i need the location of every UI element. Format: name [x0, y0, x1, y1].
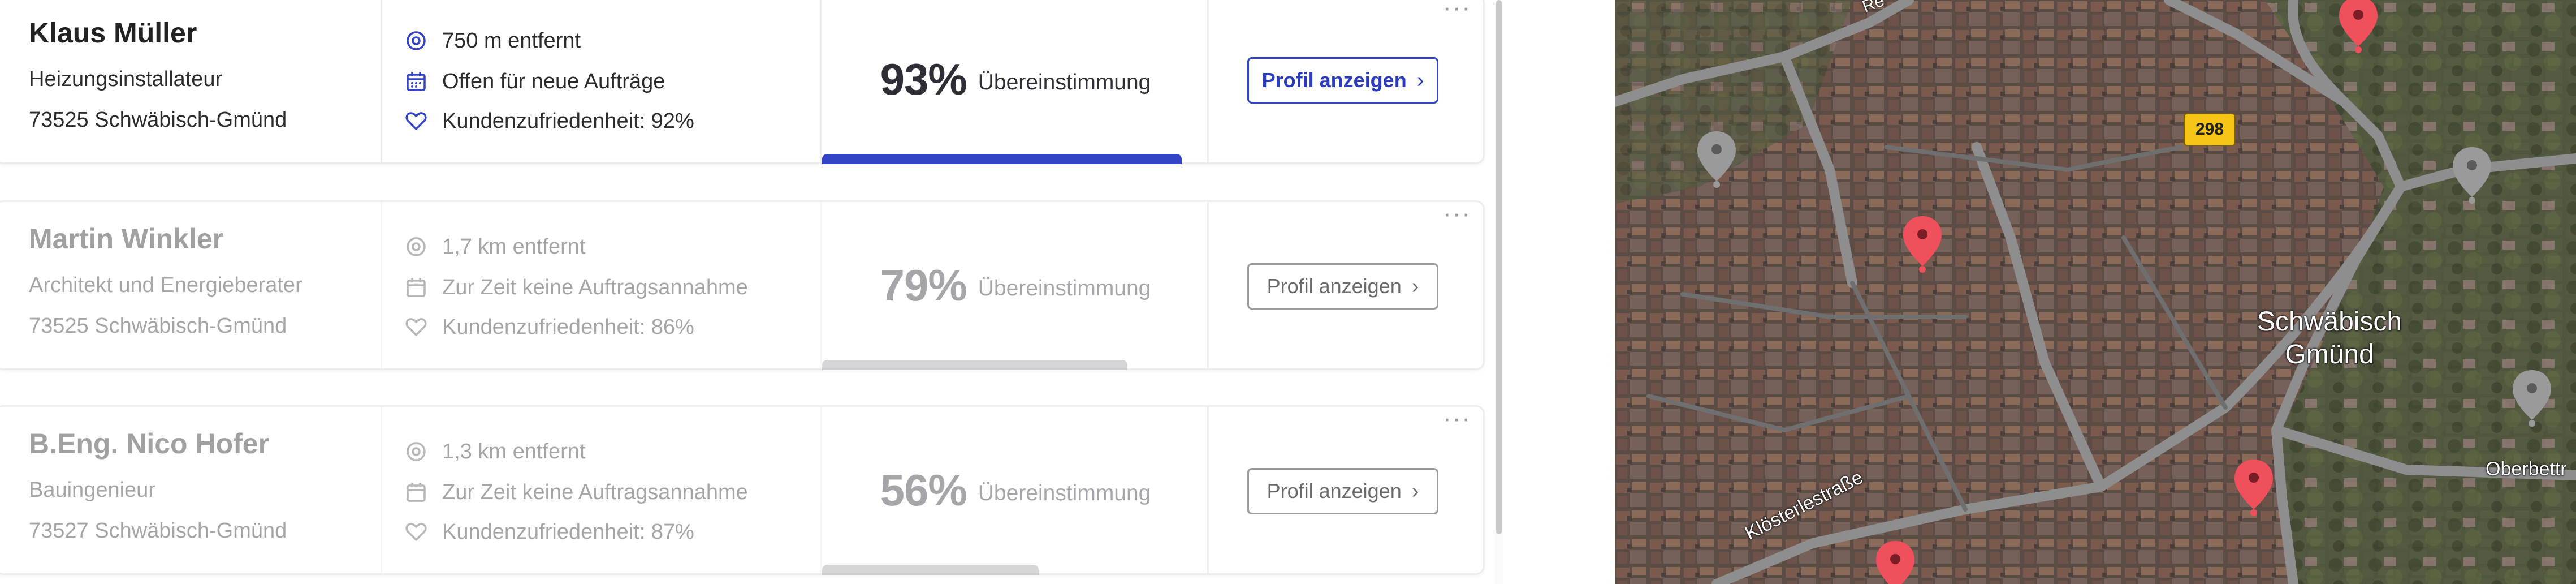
- result-card[interactable]: Martin Winkler Architekt und Energiebera…: [0, 200, 1485, 370]
- heart-icon: [405, 521, 427, 543]
- distance-text: 1,3 km entfernt: [442, 439, 586, 463]
- availability-row: Zur Zeit keine Auftragsannahme: [405, 273, 748, 302]
- result-card[interactable]: Klaus Müller Heizungsinstallateur 73525 …: [0, 0, 1485, 164]
- match-label: Übereinstimmung: [978, 276, 1151, 300]
- location-target-icon: [405, 440, 427, 463]
- calendar-icon: [405, 276, 427, 299]
- satellite-map: [1615, 0, 2576, 584]
- map-pin-inactive[interactable]: [1694, 129, 1739, 188]
- chevron-right-icon: ›: [1411, 479, 1419, 503]
- view-profile-label: Profil anzeigen: [1261, 68, 1407, 92]
- person-profession: Architekt und Energieberater: [29, 273, 302, 297]
- city-label: Schwäbisch Gmünd: [2257, 306, 2402, 371]
- satisfaction-row: Kundenzufriedenheit: 87%: [405, 518, 694, 546]
- location-target-icon: [405, 29, 427, 52]
- distance-text: 1,7 km entfernt: [442, 234, 586, 259]
- match-column: 56% Übereinstimmung: [820, 407, 1209, 575]
- action-column: Profil anzeigen › ···: [1207, 200, 1486, 368]
- city-label-line1: Schwäbisch: [2257, 307, 2402, 337]
- distance-row: 1,7 km entfernt: [405, 233, 585, 261]
- person-column: B.Eng. Nico Hofer Bauingenieur 73527 Sch…: [29, 407, 379, 573]
- person-name[interactable]: Martin Winkler: [29, 222, 223, 255]
- person-profession: Heizungsinstallateur: [29, 67, 223, 91]
- result-card[interactable]: B.Eng. Nico Hofer Bauingenieur 73527 Sch…: [0, 405, 1485, 575]
- view-profile-button[interactable]: Profil anzeigen ›: [1247, 263, 1438, 310]
- chevron-right-icon: ›: [1416, 68, 1424, 92]
- more-options-icon[interactable]: ···: [1443, 200, 1471, 228]
- calendar-icon: [405, 481, 427, 504]
- map-pin-active[interactable]: [1873, 539, 1918, 584]
- match-percentage: 56%: [880, 465, 967, 515]
- info-column: 750 m entfernt Offen für neue Aufträge K…: [381, 0, 822, 162]
- city-label-line2: Gmünd: [2285, 340, 2374, 370]
- match-column: 79% Übereinstimmung: [820, 202, 1209, 370]
- match-label: Übereinstimmung: [978, 481, 1151, 505]
- view-profile-button[interactable]: Profil anzeigen ›: [1247, 57, 1438, 104]
- chevron-right-icon: ›: [1411, 274, 1419, 298]
- view-profile-label: Profil anzeigen: [1267, 274, 1402, 298]
- match-percentage: 93%: [880, 54, 967, 104]
- person-column: Martin Winkler Architekt und Energiebera…: [29, 202, 379, 368]
- heart-icon: [405, 110, 427, 132]
- person-profession: Bauingenieur: [29, 478, 155, 502]
- person-name[interactable]: Klaus Müller: [29, 16, 197, 49]
- match-progress-bar: [822, 565, 1039, 575]
- satisfaction-text: Kundenzufriedenheit: 87%: [442, 519, 694, 544]
- satisfaction-row: Kundenzufriedenheit: 92%: [405, 107, 694, 135]
- person-column: Klaus Müller Heizungsinstallateur 73525 …: [29, 0, 379, 162]
- match-percentage: 79%: [880, 260, 967, 310]
- availability-row: Zur Zeit keine Auftragsannahme: [405, 478, 748, 506]
- location-target-icon: [405, 235, 427, 258]
- map-pin-active[interactable]: [2231, 457, 2276, 516]
- satisfaction-text: Kundenzufriedenheit: 86%: [442, 315, 694, 339]
- map-pin-inactive[interactable]: [2449, 145, 2495, 204]
- info-column: 1,3 km entfernt Zur Zeit keine Auftragsa…: [381, 407, 822, 573]
- person-name[interactable]: B.Eng. Nico Hofer: [29, 427, 269, 460]
- map-view[interactable]: 298 Schwäbisch Gmünd Klösterlestraße Ober…: [1615, 0, 2576, 584]
- road-number-shield: 298: [2184, 113, 2236, 146]
- distance-row: 750 m entfernt: [405, 27, 581, 55]
- view-profile-label: Profil anzeigen: [1267, 479, 1402, 503]
- availability-text: Zur Zeit keine Auftragsannahme: [442, 275, 748, 299]
- info-column: 1,7 km entfernt Zur Zeit keine Auftragsa…: [381, 202, 822, 368]
- person-address: 73525 Schwäbisch-Gmünd: [29, 108, 287, 132]
- availability-row: Offen für neue Aufträge: [405, 67, 665, 96]
- match-progress-bar: [822, 154, 1182, 164]
- distance-row: 1,3 km entfernt: [405, 437, 585, 466]
- more-options-icon[interactable]: ···: [1443, 0, 1471, 22]
- map-pin-active[interactable]: [2336, 0, 2381, 53]
- scrollbar-thumb[interactable]: [1496, 0, 1502, 534]
- action-column: Profil anzeigen › ···: [1207, 0, 1486, 162]
- satisfaction-row: Kundenzufriedenheit: 86%: [405, 313, 694, 341]
- satisfaction-text: Kundenzufriedenheit: 92%: [442, 109, 694, 133]
- availability-text: Offen für neue Aufträge: [442, 69, 665, 93]
- availability-text: Zur Zeit keine Auftragsannahme: [442, 480, 748, 504]
- view-profile-button[interactable]: Profil anzeigen ›: [1247, 468, 1438, 514]
- distance-text: 750 m entfernt: [442, 28, 581, 53]
- match-label: Übereinstimmung: [978, 70, 1151, 95]
- heart-icon: [405, 316, 427, 338]
- map-pin-inactive[interactable]: [2509, 368, 2555, 427]
- person-address: 73525 Schwäbisch-Gmünd: [29, 314, 287, 338]
- more-options-icon[interactable]: ···: [1443, 405, 1471, 433]
- match-column: 93% Übereinstimmung: [820, 0, 1209, 164]
- map-pin-active[interactable]: [1900, 214, 1945, 273]
- person-address: 73527 Schwäbisch-Gmünd: [29, 519, 287, 543]
- match-progress-bar: [822, 360, 1128, 370]
- results-list: Klaus Müller Heizungsinstallateur 73525 …: [0, 0, 1503, 584]
- street-label-oberbett: Oberbettr: [2486, 458, 2567, 480]
- calendar-icon: [405, 70, 427, 93]
- action-column: Profil anzeigen › ···: [1207, 405, 1486, 573]
